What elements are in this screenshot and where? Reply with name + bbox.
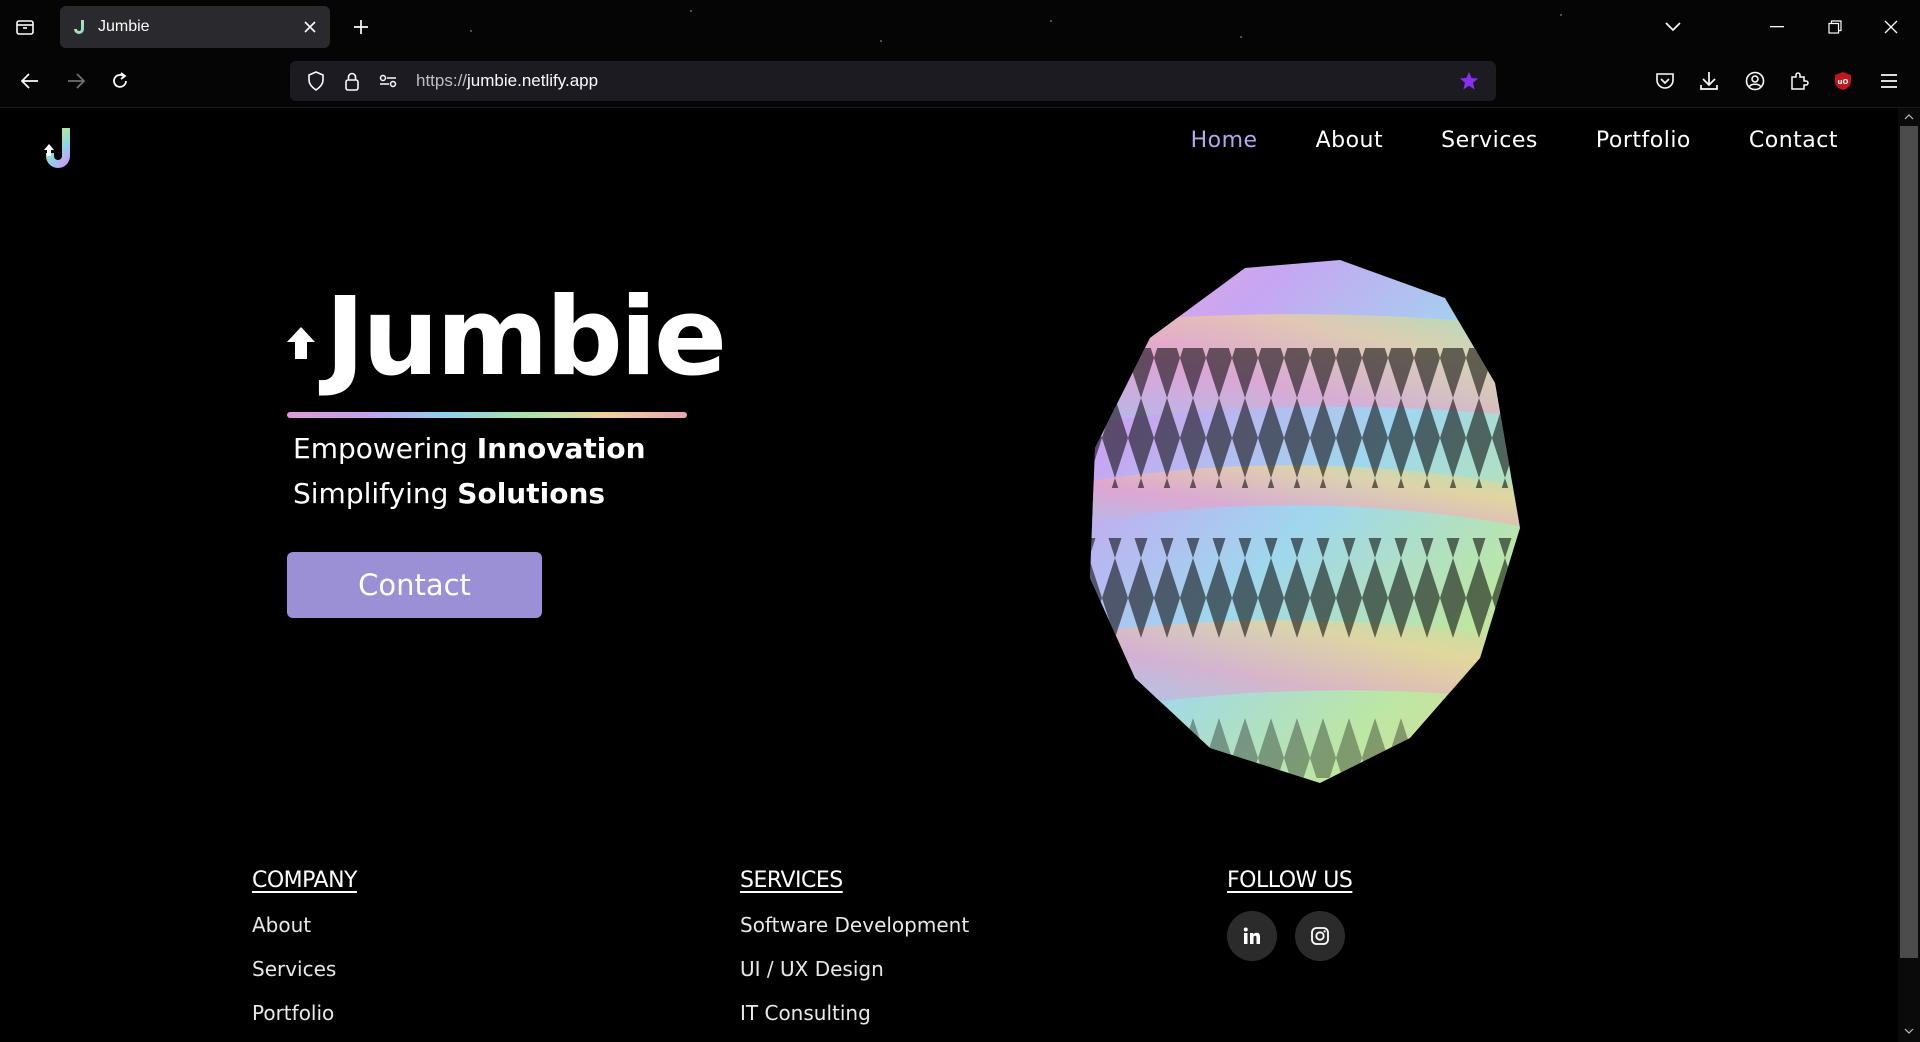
nav-contact[interactable]: Contact — [1749, 128, 1838, 153]
app-menu-button[interactable] — [1872, 64, 1906, 98]
webpage: Home About Services Portfolio Contact Ju… — [0, 108, 1898, 1042]
bookmark-button[interactable] — [1452, 64, 1486, 98]
nav-about[interactable]: About — [1316, 128, 1384, 153]
ublock-origin-button[interactable]: uO — [1826, 64, 1860, 98]
hero-title: Jumbie — [287, 284, 727, 412]
background-star — [880, 40, 882, 42]
forward-button[interactable] — [58, 63, 94, 99]
navigation-toolbar: https://jumbie.netlify.app uO — [0, 54, 1920, 108]
restore-icon — [1828, 20, 1842, 34]
footer-link-software-development[interactable]: Software Development — [740, 913, 969, 937]
url-scheme: https:// — [416, 71, 468, 90]
permissions-icon[interactable] — [372, 65, 404, 97]
linkedin-button[interactable] — [1227, 911, 1277, 961]
tab-list-button[interactable] — [12, 14, 38, 40]
arrow-right-icon — [68, 73, 85, 89]
contact-button[interactable]: Contact — [287, 552, 542, 618]
tab-strip: Jumbie — [0, 0, 1920, 54]
download-icon — [1700, 72, 1718, 90]
chevron-down-icon — [1665, 22, 1681, 32]
background-star — [690, 10, 692, 12]
footer-company-heading: COMPANY — [252, 868, 357, 893]
browser-tab[interactable]: Jumbie — [60, 6, 330, 48]
minimize-button[interactable] — [1760, 10, 1794, 44]
plus-icon — [354, 20, 368, 34]
arrow-left-icon — [21, 73, 38, 89]
footer-link-about[interactable]: About — [252, 913, 357, 937]
nav-portfolio[interactable]: Portfolio — [1596, 128, 1691, 153]
minimize-icon — [1770, 26, 1784, 28]
reload-icon — [113, 72, 127, 88]
gradient-underline — [287, 412, 687, 418]
tagline-2-bold: Solutions — [457, 477, 606, 510]
instagram-button[interactable] — [1295, 911, 1345, 961]
nav-home[interactable]: Home — [1191, 128, 1258, 153]
star-icon — [1460, 72, 1478, 90]
footer-company-column: COMPANY About Services Portfolio — [252, 868, 357, 1042]
jumbie-logo-icon — [44, 128, 70, 168]
tagline-line-2: Simplifying Solutions — [293, 477, 605, 510]
tracking-protection-icon[interactable] — [300, 65, 332, 97]
tab-title: Jumbie — [98, 18, 150, 35]
footer-link-it-consulting[interactable]: IT Consulting — [740, 1001, 969, 1025]
tagline-line-1: Empowering Innovation — [293, 432, 646, 465]
background-star — [1240, 36, 1242, 38]
background-star — [1050, 20, 1052, 22]
footer-services-column: SERVICES Software Development UI / UX De… — [740, 868, 969, 1042]
tagline-2-regular: Simplifying — [293, 477, 458, 510]
restore-button[interactable] — [1818, 10, 1852, 44]
url-host: jumbie.netlify.app — [467, 71, 599, 90]
scroll-down-icon[interactable] — [1902, 1024, 1916, 1038]
page-scrollbar[interactable] — [1898, 108, 1920, 1042]
pocket-icon — [1656, 73, 1674, 89]
url-text[interactable]: https://jumbie.netlify.app — [416, 71, 1452, 91]
social-links — [1227, 911, 1352, 961]
reload-button[interactable] — [102, 63, 138, 99]
list-all-tabs-button[interactable] — [1656, 10, 1690, 44]
footer-follow-column: FOLLOW US — [1227, 868, 1353, 961]
tagline-1-bold: Innovation — [476, 432, 646, 465]
up-arrow-icon — [287, 327, 315, 359]
site-logo[interactable] — [42, 126, 78, 172]
svg-text:uO: uO — [1838, 78, 1849, 86]
footer-link-services[interactable]: Services — [252, 957, 357, 981]
hero-title-text: Jumbie — [325, 275, 727, 400]
puzzle-icon — [1791, 72, 1809, 90]
pocket-button[interactable] — [1648, 64, 1682, 98]
close-icon — [1884, 20, 1898, 34]
new-tab-button[interactable] — [346, 12, 376, 42]
footer-link-ui-ux-design[interactable]: UI / UX Design — [740, 957, 969, 981]
close-window-button[interactable] — [1874, 10, 1908, 44]
extensions-button[interactable] — [1782, 64, 1816, 98]
3d-sphere-illustration — [1090, 260, 1520, 783]
footer-services-heading: SERVICES — [740, 868, 843, 893]
ublock-icon: uO — [1835, 72, 1851, 90]
back-button[interactable] — [12, 63, 48, 99]
account-button[interactable] — [1738, 64, 1772, 98]
background-star — [1560, 14, 1562, 16]
site-navigation: Home About Services Portfolio Contact — [1133, 128, 1838, 153]
scroll-up-icon[interactable] — [1902, 110, 1916, 124]
account-icon — [1745, 71, 1765, 91]
address-bar[interactable]: https://jumbie.netlify.app — [290, 61, 1496, 101]
footer-link-portfolio[interactable]: Portfolio — [252, 1001, 357, 1025]
favicon-icon — [72, 19, 88, 35]
scrollbar-thumb[interactable] — [1900, 126, 1918, 958]
footer-follow-heading: FOLLOW US — [1227, 868, 1353, 893]
linkedin-icon — [1243, 927, 1260, 944]
tagline-1-regular: Empowering — [293, 432, 477, 465]
hamburger-menu-icon — [1881, 74, 1897, 88]
close-icon — [304, 21, 316, 33]
background-star — [470, 30, 472, 32]
instagram-icon — [1311, 927, 1329, 945]
downloads-button[interactable] — [1692, 64, 1726, 98]
tab-list-icon — [16, 20, 34, 35]
nav-services[interactable]: Services — [1441, 128, 1538, 153]
lock-icon[interactable] — [336, 65, 368, 97]
close-tab-button[interactable] — [296, 13, 324, 41]
